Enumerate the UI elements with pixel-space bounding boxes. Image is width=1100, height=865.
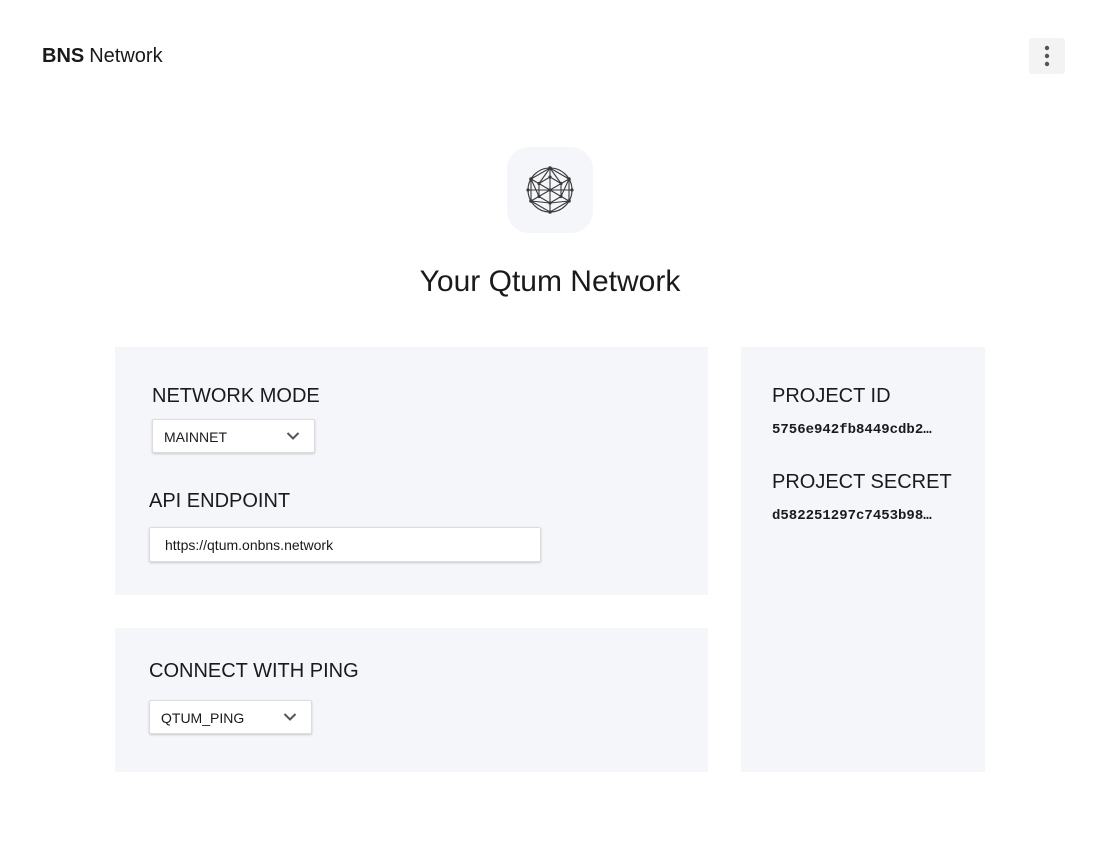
ping-select[interactable]: QTUM_PING bbox=[149, 700, 312, 734]
network-mode-label: NETWORK MODE bbox=[152, 385, 320, 407]
more-vertical-icon bbox=[1044, 45, 1050, 67]
network-card: NETWORK MODE MAINNET API ENDPOINT bbox=[115, 347, 708, 595]
ping-select-value: QTUM_PING bbox=[161, 710, 245, 726]
qtum-network-icon bbox=[526, 166, 574, 214]
network-mode-value: MAINNET bbox=[164, 429, 227, 445]
project-id-value[interactable]: 5756e942fb8449cdb2… bbox=[772, 422, 944, 438]
api-endpoint-input[interactable] bbox=[149, 527, 541, 562]
chevron-down-icon bbox=[286, 432, 300, 440]
more-menu-button[interactable] bbox=[1029, 38, 1065, 74]
project-secret-label: PROJECT SECRET bbox=[772, 471, 952, 493]
ping-card: CONNECT WITH PING QTUM_PING bbox=[115, 628, 708, 772]
project-card: PROJECT ID 5756e942fb8449cdb2… PROJECT S… bbox=[741, 347, 985, 772]
brand-bold: BNS bbox=[42, 45, 85, 67]
brand-logo[interactable]: BNS Network bbox=[42, 44, 163, 68]
project-secret-value[interactable]: d582251297c7453b98… bbox=[772, 508, 944, 524]
page-title: Your Qtum Network bbox=[419, 265, 681, 298]
project-id-label: PROJECT ID bbox=[772, 385, 891, 407]
network-logo-tile bbox=[507, 147, 593, 233]
page: BNS Network Your Qtum Network NETWORK MO… bbox=[0, 0, 1100, 865]
connect-with-ping-label: CONNECT WITH PING bbox=[149, 660, 359, 682]
chevron-down-icon bbox=[283, 713, 297, 721]
brand-regular: Network bbox=[89, 45, 163, 67]
api-endpoint-label: API ENDPOINT bbox=[149, 490, 291, 512]
network-mode-select[interactable]: MAINNET bbox=[152, 419, 315, 453]
